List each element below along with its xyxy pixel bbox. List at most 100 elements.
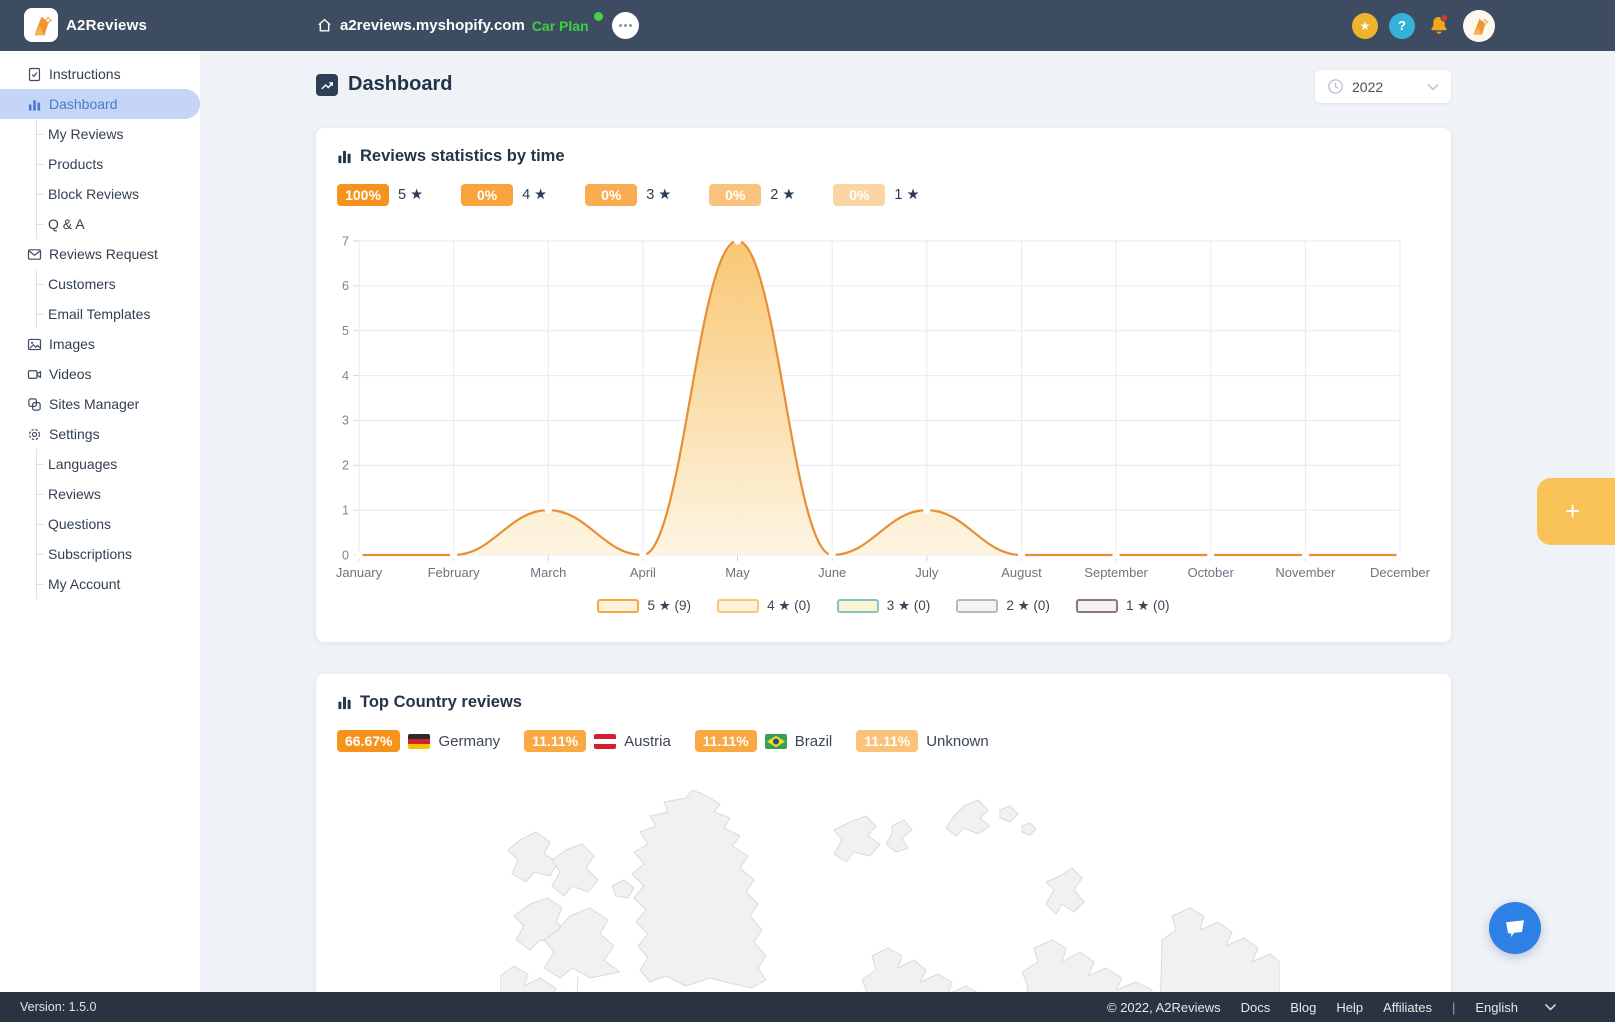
more-options-button[interactable] (612, 12, 639, 39)
video-icon (26, 366, 42, 382)
sidebar: Instructions Dashboard My ReviewsProductsB… (0, 51, 200, 992)
country-group-brazil: 11.11%Brazil (695, 730, 832, 752)
rating-percentage-badge: 0% (461, 184, 513, 206)
sidebar-item-my-account[interactable]: My Account (0, 569, 200, 599)
svg-text:June: June (818, 565, 846, 580)
svg-text:September: September (1084, 565, 1148, 580)
sidebar-item-label: Images (49, 336, 95, 352)
chat-widget-button[interactable] (1489, 902, 1541, 954)
reviews-area-chart: 01234567JanuaryFebruaryMarchAprilMayJune… (316, 220, 1451, 592)
rating-badge-group: 100%5 ★ (337, 184, 423, 206)
chevron-down-icon (1427, 83, 1439, 91)
country-group-austria: 11.11%Austria (524, 730, 671, 752)
sidebar-item-label: Questions (48, 516, 111, 532)
page-title: Dashboard (348, 73, 452, 96)
app-version: Version: 1.5.0 (20, 1000, 96, 1014)
rating-stars-label: 2 ★ (770, 187, 795, 203)
sidebar-item-block-reviews[interactable]: Block Reviews (0, 179, 200, 209)
stats-card-title: Reviews statistics by time (360, 147, 565, 166)
sidebar-item-products[interactable]: Products (0, 149, 200, 179)
user-avatar[interactable] (1463, 10, 1495, 42)
legend-label: 5 ★ (9) (647, 598, 691, 614)
sidebar-item-questions[interactable]: Questions (0, 509, 200, 539)
svg-text:November: November (1275, 565, 1336, 580)
country-percentage-badge: 11.11% (695, 730, 757, 752)
sidebar-item-images[interactable]: Images (0, 329, 200, 359)
footer-link-docs[interactable]: Docs (1241, 1000, 1271, 1015)
footer-link-affiliates[interactable]: Affiliates (1383, 1000, 1432, 1015)
sidebar-item-languages[interactable]: Languages (0, 449, 200, 479)
help-button[interactable]: ? (1389, 13, 1415, 39)
svg-text:January: January (336, 565, 383, 580)
sidebar-item-label: Languages (48, 456, 117, 472)
gear-icon (26, 426, 42, 442)
footer-link-help[interactable]: Help (1336, 1000, 1363, 1015)
chevron-down-icon (1544, 1003, 1557, 1011)
store-domain: a2reviews.myshopify.com (340, 17, 525, 34)
bar-chart-icon (337, 149, 352, 164)
year-value: 2022 (1352, 79, 1419, 95)
stats-card-title-row: Reviews statistics by time (337, 147, 565, 166)
sidebar-item-reviews-request[interactable]: Reviews Request (0, 239, 200, 269)
legend-swatch (597, 599, 639, 613)
legend-label: 1 ★ (0) (1126, 598, 1170, 614)
country-group-germany: 66.67%Germany (337, 730, 500, 752)
top-country-card: Top Country reviews 66.67%Germany11.11%A… (316, 674, 1451, 992)
sidebar-item-label: My Account (48, 576, 120, 592)
country-percentage-badge: 66.67% (337, 730, 400, 752)
sidebar-item-instructions[interactable]: Instructions (0, 59, 200, 89)
sites-icon (26, 396, 42, 412)
sidebar-item-label: Subscriptions (48, 546, 132, 562)
sidebar-item-subscriptions[interactable]: Subscriptions (0, 539, 200, 569)
sidebar-item-my-reviews[interactable]: My Reviews (0, 119, 200, 149)
svg-text:August: August (1001, 565, 1042, 580)
legend-item[interactable]: 1 ★ (0) (1076, 598, 1170, 614)
sidebar-item-label: Dashboard (49, 96, 118, 112)
legend-item[interactable]: 3 ★ (0) (837, 598, 931, 614)
svg-text:3: 3 (342, 414, 349, 428)
country-name: Austria (624, 733, 671, 750)
footer-link-blog[interactable]: Blog (1290, 1000, 1316, 1015)
avatar-logo-icon (1468, 15, 1490, 37)
rating-badge-group: 0%1 ★ (833, 184, 919, 206)
legend-item[interactable]: 2 ★ (0) (956, 598, 1050, 614)
rate-star-button[interactable]: ★ (1352, 13, 1378, 39)
legend-swatch (717, 599, 759, 613)
copyright-text: © 2022, A2Reviews (1107, 1000, 1221, 1015)
sidebar-item-dashboard[interactable]: Dashboard (0, 89, 200, 119)
language-selector[interactable]: English (1475, 1000, 1557, 1015)
sidebar-menu: Instructions Dashboard My ReviewsProductsB… (0, 59, 200, 599)
sidebar-item-videos[interactable]: Videos (0, 359, 200, 389)
sidebar-item-q-a[interactable]: Q & A (0, 209, 200, 239)
sidebar-item-customers[interactable]: Customers (0, 269, 200, 299)
notifications-bell-icon[interactable] (1426, 12, 1452, 40)
chart-icon (26, 96, 42, 112)
country-name: Unknown (926, 733, 989, 750)
germany-flag-icon (408, 734, 430, 749)
sidebar-item-reviews[interactable]: Reviews (0, 479, 200, 509)
brand-name: A2Reviews (66, 0, 147, 51)
svg-text:February: February (428, 565, 481, 580)
svg-text:October: October (1188, 565, 1235, 580)
bar-chart-icon (337, 695, 352, 710)
language-value: English (1475, 1000, 1518, 1015)
status-dot (594, 12, 603, 21)
svg-text:7: 7 (342, 234, 349, 248)
add-floating-tab[interactable]: + (1537, 478, 1615, 545)
footer-links-list: Docs Blog Help Affiliates (1241, 1000, 1432, 1015)
main-content: Dashboard 2022 Reviews statistics by tim… (200, 51, 1615, 992)
sidebar-item-label: Videos (49, 366, 92, 382)
legend-label: 3 ★ (0) (887, 598, 931, 614)
sidebar-item-sites-manager[interactable]: Sites Manager (0, 389, 200, 419)
svg-text:6: 6 (342, 279, 349, 293)
sidebar-item-settings[interactable]: Settings (0, 419, 200, 449)
sidebar-item-email-templates[interactable]: Email Templates (0, 299, 200, 329)
top-navbar: A2Reviews a2reviews.myshopify.com Car Pl… (0, 0, 1615, 51)
document-icon (26, 66, 42, 82)
a2reviews-logo-icon (28, 12, 54, 38)
rating-badges-row: 100%5 ★0%4 ★0%3 ★0%2 ★0%1 ★ (337, 184, 919, 206)
footer-divider: | (1452, 1000, 1455, 1015)
legend-item[interactable]: 4 ★ (0) (717, 598, 811, 614)
legend-item[interactable]: 5 ★ (9) (597, 598, 691, 614)
year-select[interactable]: 2022 (1315, 70, 1451, 103)
